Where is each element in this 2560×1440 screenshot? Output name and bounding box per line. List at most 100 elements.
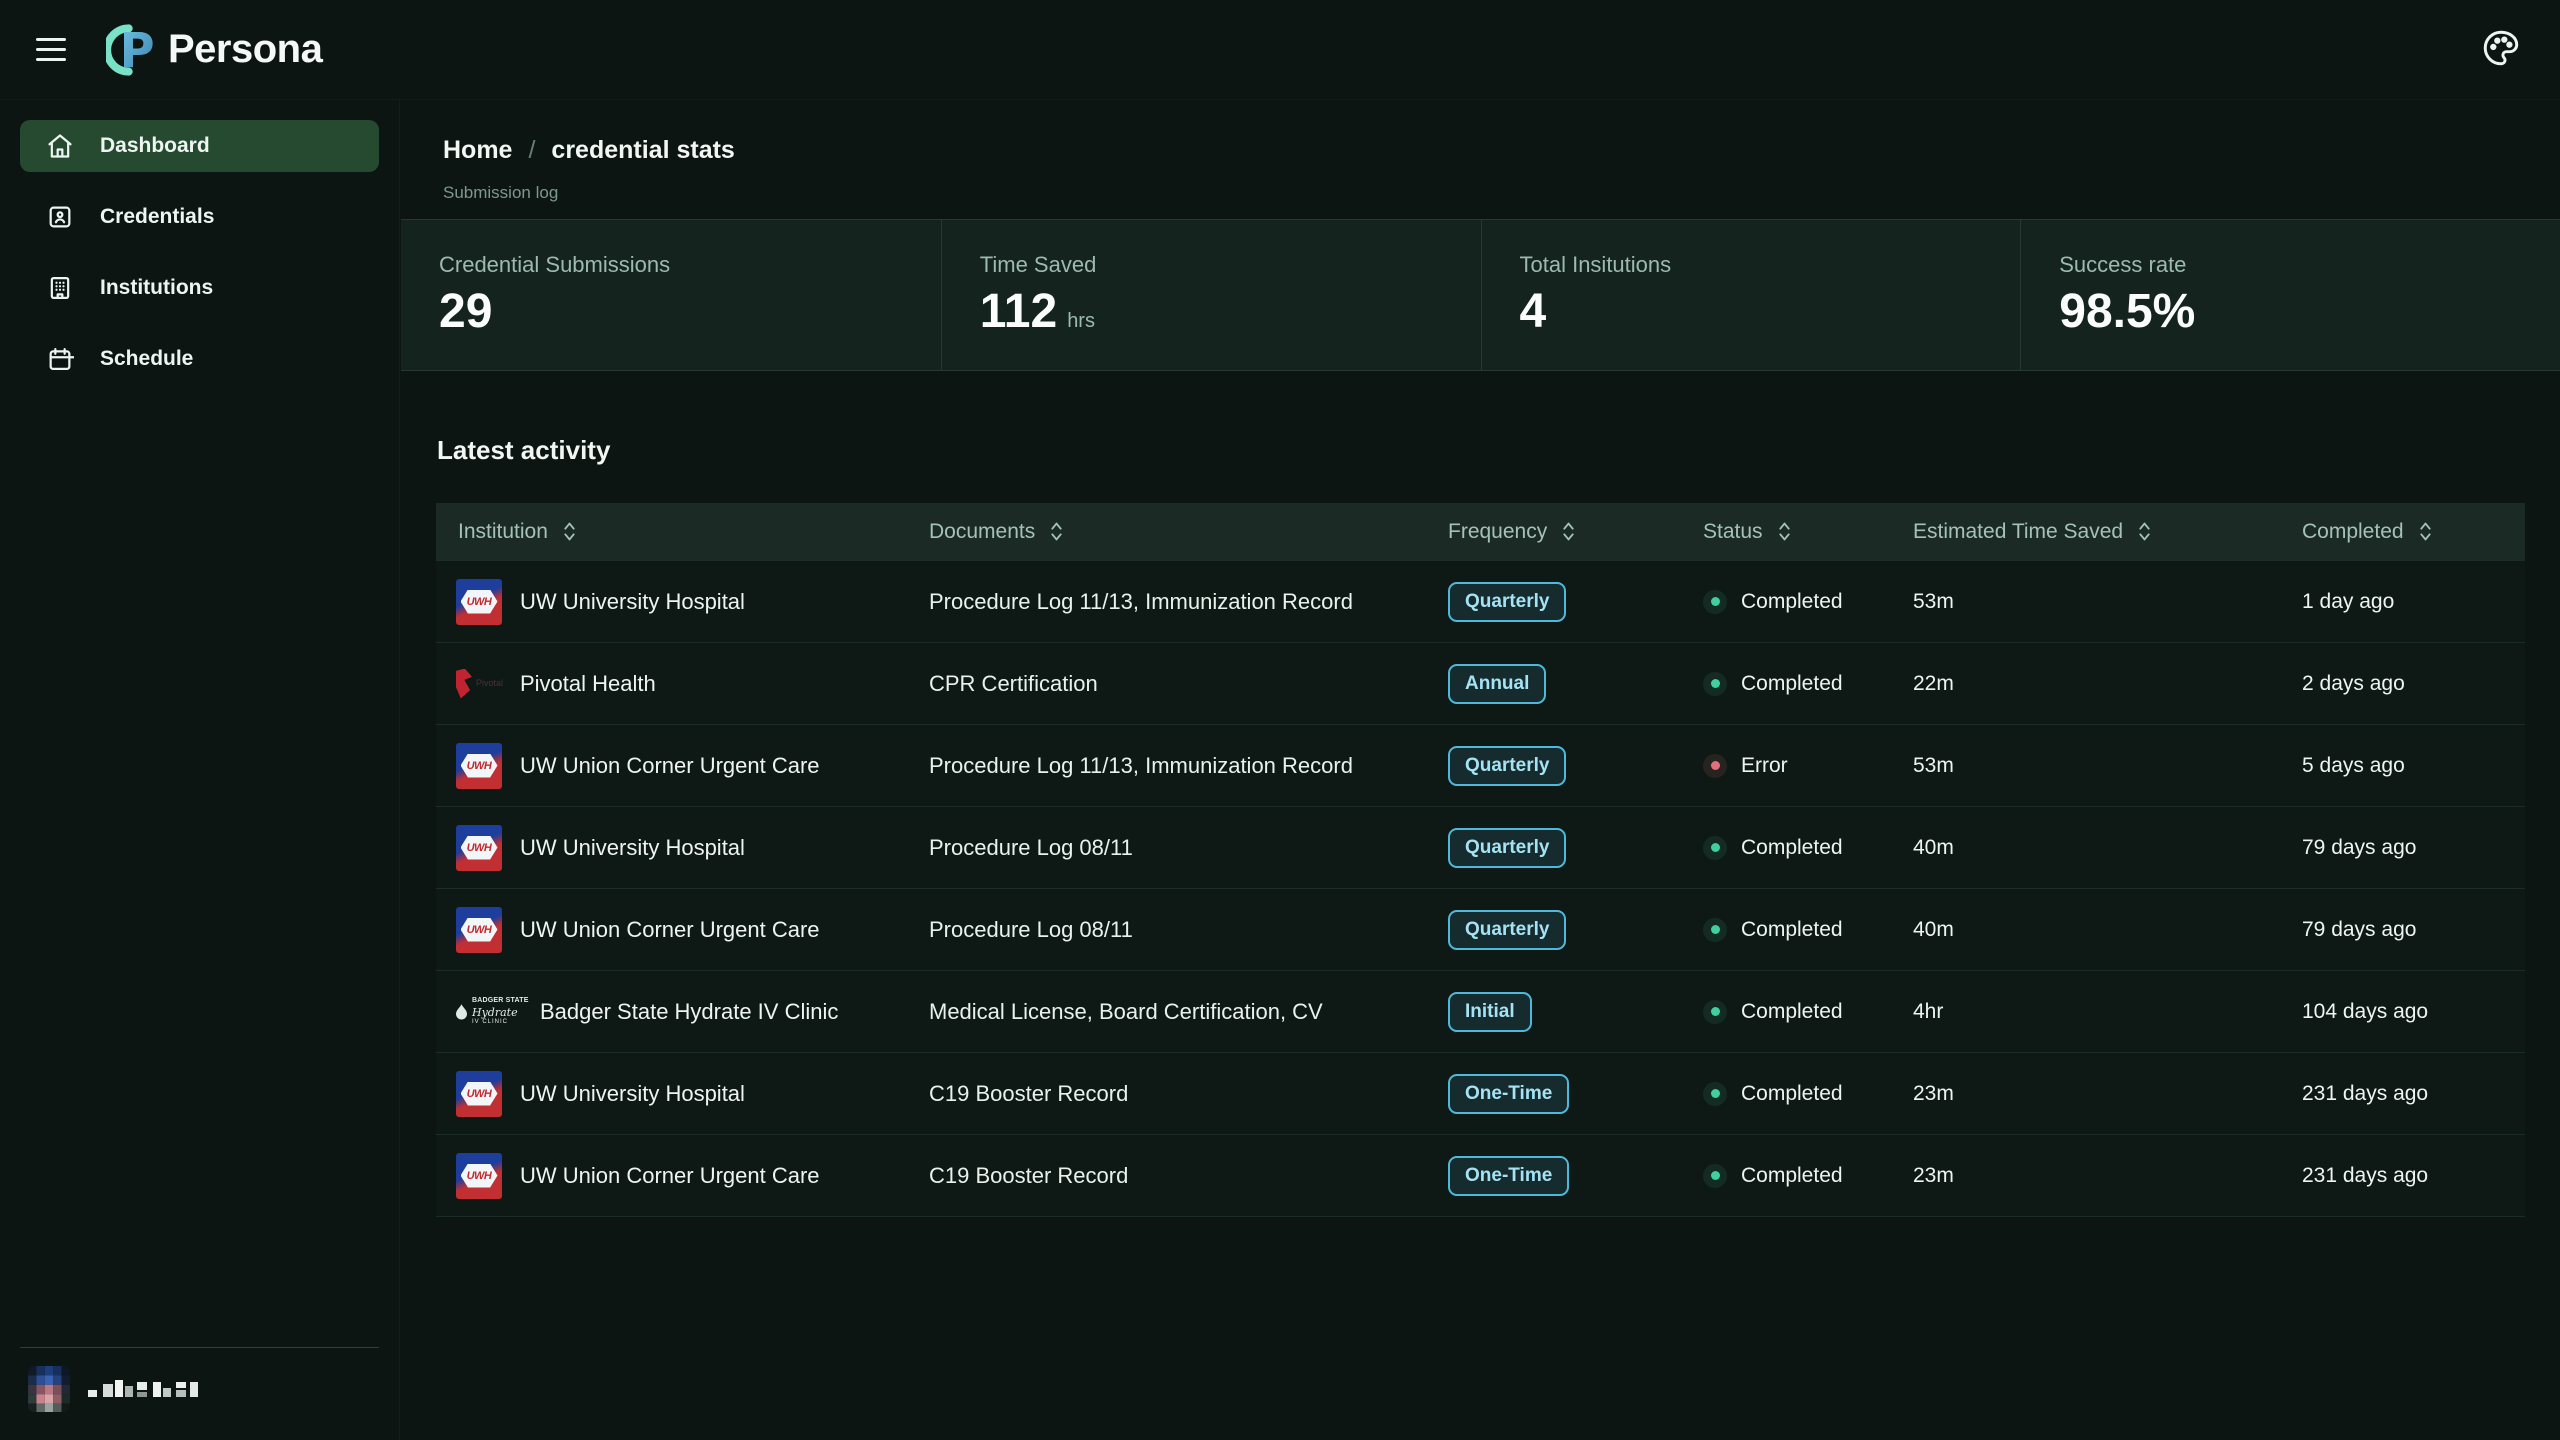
breadcrumb-home[interactable]: Home (443, 136, 512, 165)
completed-cell: 231 days ago (2302, 1082, 2525, 1106)
submission-log-link[interactable]: Submission log (443, 183, 558, 203)
app-title: Persona (168, 27, 322, 72)
column-header-documents[interactable]: Documents (929, 520, 1448, 544)
institution-name: UW University Hospital (520, 835, 745, 861)
column-header-completed[interactable]: Completed (2302, 520, 2525, 544)
column-header-institution[interactable]: Institution (436, 520, 929, 544)
hamburger-icon (36, 38, 66, 41)
stat-value: 4 (1520, 286, 1547, 339)
stat-label: Total Insitutions (1520, 252, 2021, 278)
sidebar-item-institutions[interactable]: Institutions (20, 262, 379, 314)
institution-name: UW University Hospital (520, 1081, 745, 1107)
sort-icon[interactable] (562, 521, 577, 542)
status-dot-icon (1711, 597, 1720, 606)
time-saved-cell: 53m (1913, 754, 2302, 778)
user-name-redacted (88, 1377, 238, 1401)
institution-name: UW Union Corner Urgent Care (520, 753, 820, 779)
droplet-icon (456, 1004, 467, 1020)
institution-name: UW Union Corner Urgent Care (520, 917, 820, 943)
user-avatar-pixelated (28, 1366, 70, 1412)
time-saved-cell: 40m (1913, 918, 2302, 942)
main-content: Home / credential stats Submission log C… (401, 100, 2560, 1440)
table-header-row: Institution Documents Frequency Status E… (436, 503, 2525, 560)
uw-health-logo: UWH (456, 825, 502, 871)
table-row[interactable]: UWH UW Union Corner Urgent Care Procedur… (436, 888, 2525, 970)
sort-icon[interactable] (1561, 521, 1576, 542)
id-card-icon (46, 203, 74, 231)
status-text: Completed (1741, 836, 1843, 860)
status-cell: Completed (1703, 918, 1913, 942)
sort-icon[interactable] (2418, 521, 2433, 542)
sidebar-item-credentials[interactable]: Credentials (20, 191, 379, 243)
status-dot-icon (1711, 843, 1720, 852)
frequency-badge: Annual (1448, 664, 1546, 704)
stat-card-total-insitutions: Total Insitutions 4 (1481, 220, 2021, 370)
uw-health-logo: UWH (456, 1153, 502, 1199)
time-saved-cell: 22m (1913, 672, 2302, 696)
table-row[interactable]: UWH UW University Hospital Procedure Log… (436, 560, 2525, 642)
status-cell: Completed (1703, 672, 1913, 696)
table-row[interactable]: UWH UW Union Corner Urgent Care C19 Boos… (436, 1134, 2525, 1216)
column-header-status[interactable]: Status (1703, 520, 1913, 544)
sort-icon[interactable] (1777, 521, 1792, 542)
hamburger-menu-button[interactable] (36, 30, 76, 70)
table-row[interactable]: BADGER STATEHydrateIV CLINIC Badger Stat… (436, 970, 2525, 1052)
status-cell: Error (1703, 754, 1913, 778)
user-profile[interactable] (20, 1347, 379, 1440)
persona-logo-icon: P (106, 21, 156, 79)
stats-band: Credential Submissions 29 Time Saved 112… (401, 219, 2560, 371)
table-row[interactable]: Pivotal Pivotal Health CPR Certification… (436, 642, 2525, 724)
status-text: Error (1741, 754, 1788, 778)
sidebar-item-dashboard[interactable]: Dashboard (20, 120, 379, 172)
status-cell: Completed (1703, 1082, 1913, 1106)
time-saved-cell: 23m (1913, 1082, 2302, 1106)
table-row[interactable]: UWH UW Union Corner Urgent Care Procedur… (436, 724, 2525, 806)
frequency-badge: Quarterly (1448, 910, 1566, 950)
institution-name: Badger State Hydrate IV Clinic (540, 999, 838, 1025)
documents-cell: Procedure Log 11/13, Immunization Record (929, 753, 1448, 779)
svg-text:P: P (120, 24, 155, 79)
column-header-estimated-time-saved[interactable]: Estimated Time Saved (1913, 520, 2302, 544)
sort-icon[interactable] (2137, 521, 2152, 542)
status-cell: Completed (1703, 1164, 1913, 1188)
frequency-badge: One-Time (1448, 1074, 1569, 1114)
persona-dashboard: P Persona Dashboard Credentials Institut… (0, 0, 2560, 1440)
sidebar-item-schedule[interactable]: Schedule (20, 333, 379, 385)
stat-card-time-saved: Time Saved 112 hrs (941, 220, 1481, 370)
completed-cell: 79 days ago (2302, 836, 2525, 860)
frequency-badge: Quarterly (1448, 828, 1566, 868)
uw-health-logo: UWH (456, 907, 502, 953)
completed-cell: 104 days ago (2302, 1000, 2525, 1024)
status-cell: Completed (1703, 590, 1913, 614)
table-row[interactable]: UWH UW University Hospital Procedure Log… (436, 806, 2525, 888)
theme-palette-button[interactable] (2478, 27, 2524, 73)
completed-cell: 5 days ago (2302, 754, 2525, 778)
pivotal-health-logo: Pivotal (456, 664, 502, 704)
stat-label: Time Saved (980, 252, 1481, 278)
brand: P Persona (106, 21, 322, 79)
status-text: Completed (1741, 918, 1843, 942)
stat-label: Credential Submissions (439, 252, 941, 278)
documents-cell: Procedure Log 11/13, Immunization Record (929, 589, 1448, 615)
frequency-badge: One-Time (1448, 1156, 1569, 1196)
frequency-badge: Quarterly (1448, 582, 1566, 622)
stat-value: 112 (980, 286, 1057, 339)
status-dot-icon (1711, 679, 1720, 688)
building-icon (46, 274, 74, 302)
status-text: Completed (1741, 1000, 1843, 1024)
sort-icon[interactable] (1049, 521, 1064, 542)
table-row[interactable]: UWH UW University Hospital C19 Booster R… (436, 1052, 2525, 1134)
status-cell: Completed (1703, 836, 1913, 860)
status-text: Completed (1741, 1082, 1843, 1106)
topbar: P Persona (0, 0, 2560, 100)
palette-icon (2480, 27, 2522, 69)
status-dot-icon (1711, 1007, 1720, 1016)
column-header-frequency[interactable]: Frequency (1448, 520, 1703, 544)
stat-value: 98.5% (2059, 286, 2195, 339)
frequency-badge: Quarterly (1448, 746, 1566, 786)
status-dot-icon (1711, 925, 1720, 934)
stat-card-success-rate: Success rate 98.5% (2020, 220, 2560, 370)
completed-cell: 231 days ago (2302, 1164, 2525, 1188)
sidebar: Dashboard Credentials Institutions Sched… (0, 100, 400, 1440)
status-dot-icon (1711, 1171, 1720, 1180)
